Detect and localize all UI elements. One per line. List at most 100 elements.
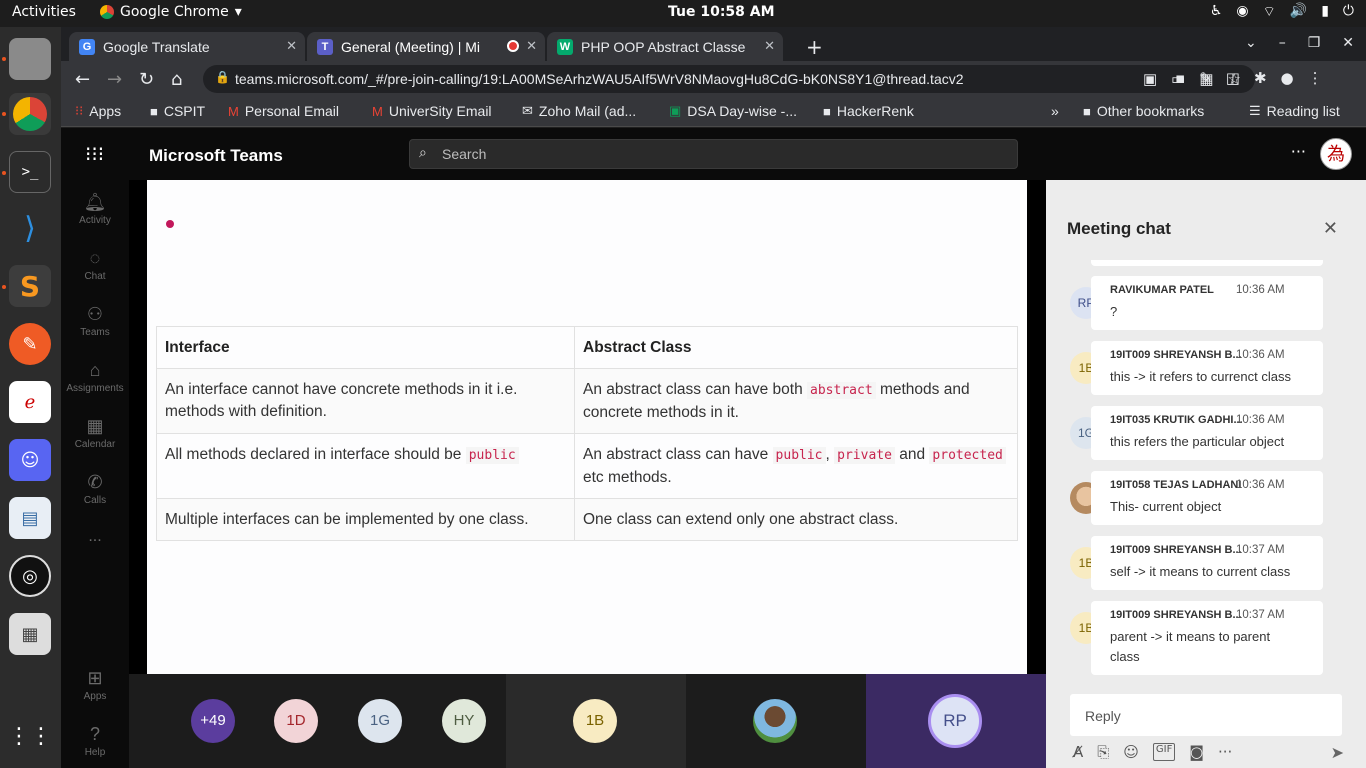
maximize-icon[interactable]: ❐ xyxy=(1308,35,1321,51)
mail-icon: ✉ xyxy=(522,103,533,118)
other-bookmarks[interactable]: ■ Other bookmarks xyxy=(1083,103,1204,119)
participant-tile[interactable]: 1B xyxy=(506,674,686,768)
chrome-tray-icon[interactable]: ◉ xyxy=(1236,3,1248,21)
app-menu[interactable]: Google Chrome ▾ xyxy=(100,4,242,20)
volume-icon[interactable]: 🔊 xyxy=(1290,3,1307,21)
participant-avatar[interactable]: 1D xyxy=(274,699,318,743)
more-bookmarks-button[interactable]: » xyxy=(1051,103,1059,119)
reading-list-icon: ☰ xyxy=(1249,103,1261,118)
profile-avatar[interactable]: ● xyxy=(1281,69,1294,87)
evince-icon[interactable]: ℯ xyxy=(9,381,51,423)
vscode-icon[interactable]: ⟩ xyxy=(9,207,51,249)
close-tab-icon[interactable]: ✕ xyxy=(764,38,775,54)
search-input[interactable]: ⌕ Search xyxy=(409,139,1018,169)
chat-message[interactable]: 19IT058 TEJAS LADHANI 10:36 AM This- cur… xyxy=(1091,471,1323,525)
participant-photo-avatar[interactable] xyxy=(753,699,797,743)
chrome-dock-icon[interactable] xyxy=(9,93,51,135)
tab-search-icon[interactable]: ⌄ xyxy=(1245,35,1257,51)
participant-avatar[interactable]: HY xyxy=(442,699,486,743)
chat-message[interactable]: 19IT009 SHREYANSH B... 10:36 AM this -> … xyxy=(1091,341,1323,395)
power-icon[interactable]: ⏻ xyxy=(1343,3,1354,21)
rail-item-assignments[interactable]: ⌂ Assignments xyxy=(61,360,129,394)
bookmark-cspit[interactable]: ■ CSPIT xyxy=(150,103,205,119)
bookmark-zoho-mail[interactable]: ✉ Zoho Mail (ad... xyxy=(522,103,636,119)
accessibility-icon[interactable]: ♿ xyxy=(1210,3,1223,21)
gif-icon[interactable]: GIF xyxy=(1152,743,1176,761)
eyedropper-icon[interactable]: ✎ xyxy=(1199,69,1212,87)
bookmark-hackerrank[interactable]: ■ HackerRenk xyxy=(823,103,914,119)
participant-tile[interactable] xyxy=(686,674,866,768)
rail-item-calls[interactable]: ✆ Calls xyxy=(61,472,129,506)
new-tab-icon[interactable]: + xyxy=(806,35,823,59)
close-window-icon[interactable]: ✕ xyxy=(1342,35,1354,51)
chrome-menu-icon[interactable]: ⋮ xyxy=(1308,69,1323,87)
rail-item-apps[interactable]: ⊞ Apps xyxy=(61,668,129,702)
participant-tile-active-speaker[interactable]: RP xyxy=(866,674,1046,768)
tab-php-oop[interactable]: W PHP OOP Abstract Classe ✕ xyxy=(547,32,783,61)
back-icon[interactable]: ← xyxy=(75,69,90,90)
browser-tab-strip: G Google Translate ✕ T General (Meeting)… xyxy=(61,27,1366,61)
forward-icon[interactable]: → xyxy=(107,69,122,90)
rail-item-help[interactable]: ? Help xyxy=(61,724,129,758)
clock[interactable]: Tue 10:58 AM xyxy=(668,4,775,20)
rail-item-more[interactable]: ... xyxy=(61,528,129,546)
terminal-icon[interactable]: >_ xyxy=(9,151,51,193)
postman-icon[interactable]: ✎ xyxy=(9,323,51,365)
app-launcher-icon[interactable]: ⁝⁝⁝ xyxy=(85,142,104,166)
bookmark-personal-email[interactable]: M Personal Email xyxy=(228,103,339,119)
emoji-icon[interactable]: ☺ xyxy=(1123,743,1139,761)
participant-avatar[interactable]: 1G xyxy=(358,699,402,743)
tab-teams-meeting[interactable]: T General (Meeting) | Mi ✕ xyxy=(307,32,545,61)
home-icon[interactable]: ⌂ xyxy=(171,69,182,90)
reply-input[interactable]: Reply xyxy=(1070,694,1342,736)
battery-icon[interactable]: ▮ xyxy=(1321,3,1329,21)
wifi-icon[interactable]: ⌔ xyxy=(1263,3,1276,21)
files-icon[interactable] xyxy=(9,38,51,80)
reading-list[interactable]: ☰ Reading list xyxy=(1249,103,1340,119)
pocket-icon[interactable]: ◫ xyxy=(1226,69,1240,87)
discord-icon[interactable]: ☺ xyxy=(9,439,51,481)
sheets-icon: ▣ xyxy=(669,103,682,118)
obs-icon[interactable]: ◎ xyxy=(9,555,51,597)
avatar[interactable]: 為 xyxy=(1320,138,1352,170)
sticker-icon[interactable]: ◙ xyxy=(1189,743,1204,761)
show-apps-icon[interactable]: ⋮⋮ xyxy=(8,715,52,757)
overflow-participants[interactable]: +49 xyxy=(191,699,235,743)
puzzle-icon[interactable]: ✱ xyxy=(1254,69,1267,87)
close-tab-icon[interactable]: ✕ xyxy=(526,38,537,54)
rail-item-activity[interactable]: 🔔︎ Activity xyxy=(61,192,129,226)
rail-item-teams[interactable]: ⚇ Teams xyxy=(61,304,129,338)
image-viewer-icon[interactable]: ▤ xyxy=(9,497,51,539)
sublime-icon[interactable]: S xyxy=(9,265,51,307)
rail-item-calendar[interactable]: ▦ Calendar xyxy=(61,416,129,450)
participant-avatar[interactable]: 1B xyxy=(573,699,617,743)
more-options-icon[interactable]: ··· xyxy=(1218,743,1232,761)
address-bar[interactable]: 🔒 teams.microsoft.com/_#/pre-join-callin… xyxy=(203,65,1255,93)
reload-icon[interactable]: ↻ xyxy=(139,69,154,90)
bookmark-university-email[interactable]: M UniverSity Email xyxy=(372,103,492,119)
participant-tile[interactable]: +49 1D 1G HY xyxy=(129,674,506,768)
close-tab-icon[interactable]: ✕ xyxy=(286,38,297,54)
bookmark-dsa[interactable]: ▣ DSA Day-wise -... xyxy=(669,103,797,119)
close-icon[interactable]: ✕ xyxy=(1323,218,1338,239)
more-options-icon[interactable]: ··· xyxy=(1291,142,1306,161)
system-tray[interactable]: ♿ ◉ ⌔ 🔊 ▮ ⏻ xyxy=(1210,3,1354,21)
tab-google-translate[interactable]: G Google Translate ✕ xyxy=(69,32,305,61)
calculator-icon[interactable]: ▦ xyxy=(9,613,51,655)
bookmark-label: DSA Day-wise -... xyxy=(687,103,797,119)
minimize-icon[interactable]: – xyxy=(1279,35,1286,51)
bookmark-apps[interactable]: ⁝⁝ Apps xyxy=(75,103,121,119)
camera-icon[interactable]: ▣ xyxy=(1143,70,1157,88)
activities-button[interactable]: Activities xyxy=(12,4,76,20)
chat-message[interactable]: RAVIKUMAR PATEL 10:36 AM ? xyxy=(1091,276,1323,330)
lock-icon[interactable]: 🔒 xyxy=(215,70,230,84)
format-icon[interactable]: A̸ xyxy=(1073,743,1083,761)
participant-avatar[interactable]: RP xyxy=(928,694,982,748)
chat-message[interactable]: 19IT035 KRUTIK GADHI... 10:36 AM this re… xyxy=(1091,406,1323,460)
attach-icon[interactable]: ⎘ xyxy=(1097,743,1109,761)
chat-message[interactable]: 19IT009 SHREYANSH B... 10:37 AM self -> … xyxy=(1091,536,1323,590)
send-icon[interactable]: ➤ xyxy=(1331,743,1344,762)
chat-message[interactable]: 19IT009 SHREYANSH B... 10:37 AM parent -… xyxy=(1091,601,1323,675)
extension-icon[interactable]: ▪ xyxy=(1175,69,1185,87)
rail-item-chat[interactable]: ◌ Chat xyxy=(61,248,129,282)
